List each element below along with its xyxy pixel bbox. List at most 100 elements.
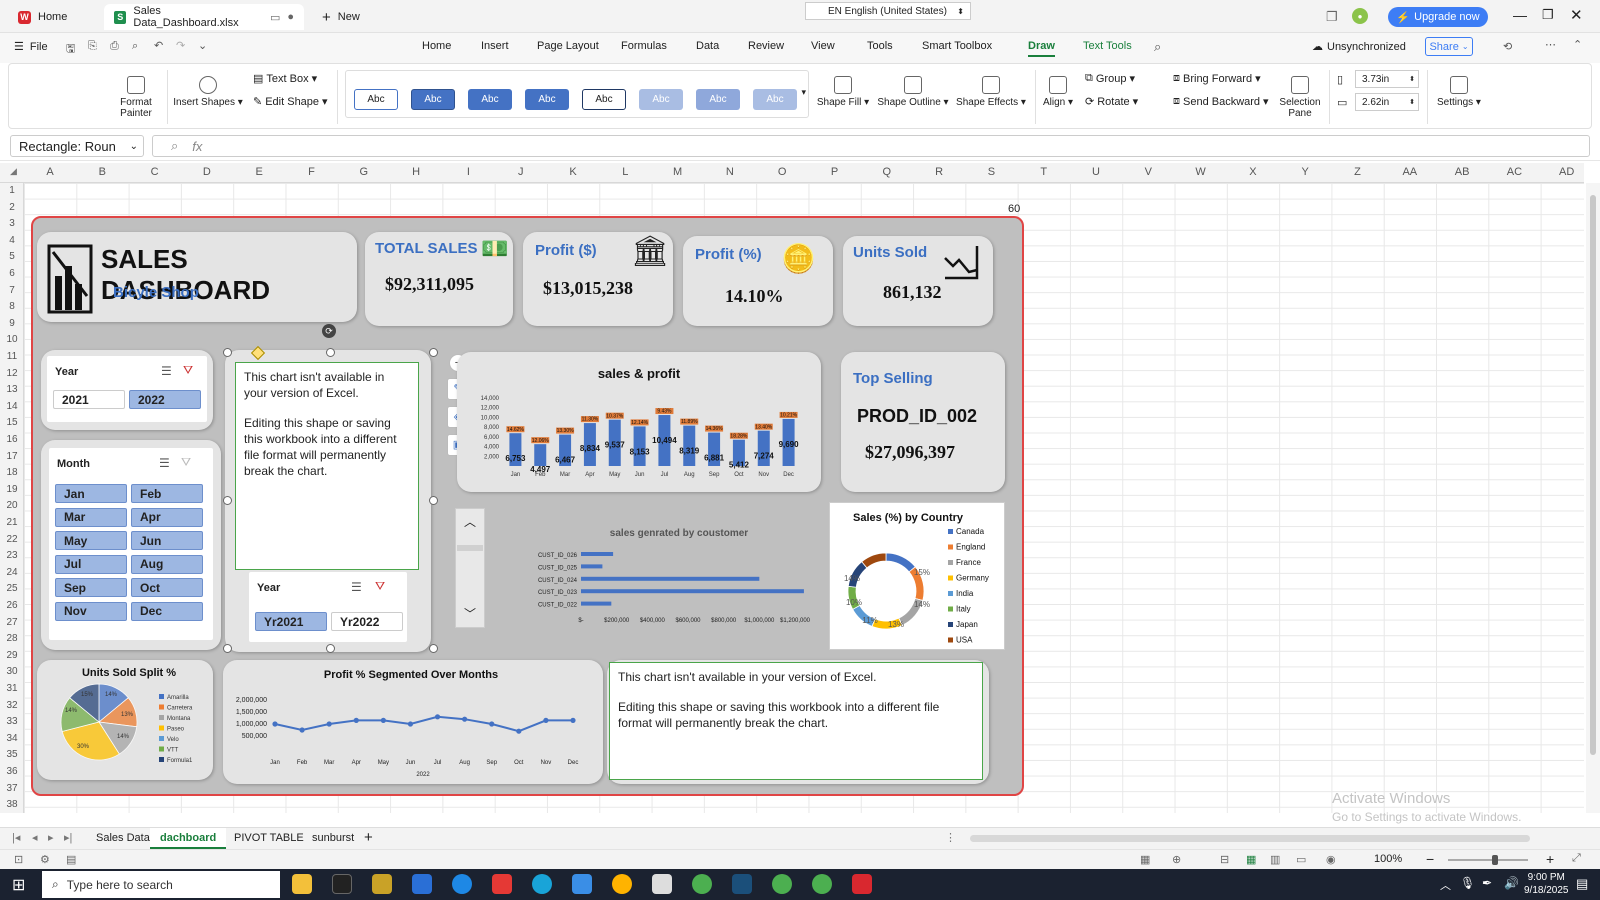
taskbar-clock[interactable]: 9:00 PM 9/18/2025 <box>1524 871 1569 897</box>
zoom-out-icon[interactable]: − <box>1426 851 1434 867</box>
page-layout-view-icon[interactable]: ▥ <box>1270 853 1280 866</box>
slicer-item-yr2021[interactable]: Yr2021 <box>255 612 327 631</box>
style-light-3[interactable]: Abc <box>753 89 797 110</box>
zoom-level[interactable]: 100% <box>1374 853 1402 865</box>
collapse-ribbon-icon[interactable]: ⌃ <box>1573 38 1582 51</box>
more-sheets-icon[interactable]: ⋮ <box>945 831 956 844</box>
style-outline-blue[interactable]: Abc <box>354 89 398 110</box>
row-header[interactable]: 23 <box>0 550 24 561</box>
style-outline-dark[interactable]: Abc <box>582 89 626 110</box>
window-icon[interactable]: ▭ <box>270 11 280 24</box>
column-header[interactable]: Z <box>1332 166 1384 178</box>
shape-height-input[interactable]: 3.73in ⬍ <box>1355 70 1419 88</box>
row-header[interactable]: 12 <box>0 368 24 379</box>
settings-icon[interactable]: ⚙ <box>40 853 50 866</box>
volume-icon[interactable]: 🔊 <box>1504 876 1519 890</box>
windows-start-icon[interactable]: ⊞ <box>12 875 25 895</box>
column-header[interactable]: F <box>286 166 338 178</box>
export-icon[interactable]: ⎘ <box>88 40 97 53</box>
row-header[interactable]: 6 <box>0 268 24 279</box>
column-header[interactable]: J <box>495 166 547 178</box>
zoom-in-icon[interactable]: + <box>1546 851 1554 867</box>
more-icon[interactable]: ⋯ <box>1545 38 1556 51</box>
column-header[interactable]: I <box>442 166 494 178</box>
chart-scroller[interactable]: ︿ ﹀ <box>455 508 485 628</box>
eye-icon[interactable]: ◉ <box>1326 853 1336 866</box>
row-header[interactable]: 16 <box>0 434 24 445</box>
column-header[interactable]: D <box>181 166 233 178</box>
app-circle-icon[interactable] <box>612 874 632 894</box>
sync-arrow-icon[interactable]: ⟲ <box>1503 40 1512 53</box>
spinner-icon[interactable]: ⬍ <box>1409 98 1418 106</box>
chevron-down-icon[interactable]: ﹀ <box>464 605 476 622</box>
shape-fill-button[interactable]: Shape Fill ▾ <box>815 76 871 108</box>
row-header[interactable]: 29 <box>0 650 24 661</box>
prev-sheet-icon[interactable]: ◂ <box>32 831 38 844</box>
slicer-item-nov[interactable]: Nov <box>55 601 127 621</box>
format-painter-button[interactable]: Format Painter <box>113 76 159 119</box>
row-header[interactable]: 13 <box>0 384 24 395</box>
column-header[interactable]: AD <box>1541 166 1593 178</box>
column-header[interactable]: M <box>652 166 704 178</box>
file-explorer-icon[interactable] <box>292 874 312 894</box>
save-icon[interactable]: 🖫 <box>66 40 75 59</box>
edge-icon[interactable] <box>532 874 552 894</box>
notification-icon[interactable]: ▤ <box>1576 876 1588 892</box>
slicer-item-2022[interactable]: 2022 <box>129 390 201 409</box>
column-header[interactable]: H <box>390 166 442 178</box>
rotate-button[interactable]: ⟳ Rotate ▾ <box>1085 95 1138 109</box>
row-header[interactable]: 18 <box>0 467 24 478</box>
sheet-tab-sales-data[interactable]: Sales Data <box>86 828 160 849</box>
store-icon[interactable] <box>572 874 592 894</box>
microphone-icon[interactable]: 🎙 <box>1460 876 1475 890</box>
dashboard-panel[interactable]: SALES DASHBOARD Bicyle Shop TOTAL SALES … <box>31 216 1024 796</box>
first-sheet-icon[interactable]: |◂ <box>12 831 20 844</box>
messenger-icon[interactable] <box>452 874 472 894</box>
menu-home[interactable]: Home <box>422 40 451 52</box>
column-header[interactable]: G <box>338 166 390 178</box>
menu-review[interactable]: Review <box>748 40 784 52</box>
chrome-icon[interactable] <box>812 874 832 894</box>
chrome-icon[interactable] <box>692 874 712 894</box>
sheet-tab-pivot-table[interactable]: PIVOT TABLE <box>224 828 314 849</box>
redo-icon[interactable]: ↷ <box>176 39 185 52</box>
column-header[interactable]: AA <box>1384 166 1436 178</box>
row-header[interactable]: 36 <box>0 766 24 777</box>
spinner-icon[interactable]: ⬍ <box>1409 75 1418 83</box>
menu-tools[interactable]: Tools <box>867 40 893 52</box>
center-icon[interactable]: ⊕ <box>1172 853 1181 866</box>
align-button[interactable]: Align ▾ <box>1041 76 1075 108</box>
selection-pane-button[interactable]: Selection Pane <box>1275 76 1325 119</box>
menu-page-layout[interactable]: Page Layout <box>537 40 599 52</box>
group-button[interactable]: ⧉ Group ▾ <box>1085 72 1135 85</box>
last-sheet-icon[interactable]: ▸| <box>64 831 72 844</box>
upgrade-button[interactable]: ⚡ Upgrade now <box>1388 7 1488 27</box>
row-header[interactable]: 5 <box>0 251 24 262</box>
slicer-item-sep[interactable]: Sep <box>55 578 127 597</box>
insert-shapes-button[interactable]: Insert Shapes ▾ <box>173 76 243 108</box>
row-header[interactable]: 2 <box>0 202 24 213</box>
slicer-item-jul[interactable]: Jul <box>55 554 127 574</box>
clear-filter-icon[interactable]: ⛛ <box>181 455 191 470</box>
row-header[interactable]: 19 <box>0 484 24 495</box>
page-break-view-icon[interactable]: ▭ <box>1296 853 1306 866</box>
customer-sales-chart[interactable]: sales genrated by coustomer CUST_ID_026 CU… <box>489 508 819 632</box>
next-sheet-icon[interactable]: ▸ <box>48 831 54 844</box>
steam-icon[interactable] <box>732 874 752 894</box>
resize-handle[interactable] <box>429 644 438 653</box>
row-header[interactable]: 34 <box>0 733 24 744</box>
fullscreen-icon[interactable]: ⤢ <box>1572 852 1581 865</box>
cell-s2-value[interactable]: 60 <box>1008 203 1020 215</box>
column-header[interactable]: AC <box>1488 166 1540 178</box>
select-all-icon[interactable]: ◢ <box>10 166 17 177</box>
slicer-item-may[interactable]: May <box>55 531 127 550</box>
row-header[interactable]: 14 <box>0 401 24 412</box>
sync-status[interactable]: ☁ Unsynchronized <box>1312 40 1406 54</box>
row-header[interactable]: 35 <box>0 749 24 760</box>
row-header[interactable]: 3 <box>0 218 24 229</box>
wps-taskbar-icon[interactable] <box>852 874 872 894</box>
search-icon[interactable]: ⌕ <box>1154 39 1161 55</box>
normal-view-icon[interactable]: ▦ <box>1246 853 1256 866</box>
column-header[interactable]: Y <box>1279 166 1331 178</box>
file-tab[interactable]: S Sales Data_Dashboard.xlsx ▭ ● <box>104 4 304 30</box>
